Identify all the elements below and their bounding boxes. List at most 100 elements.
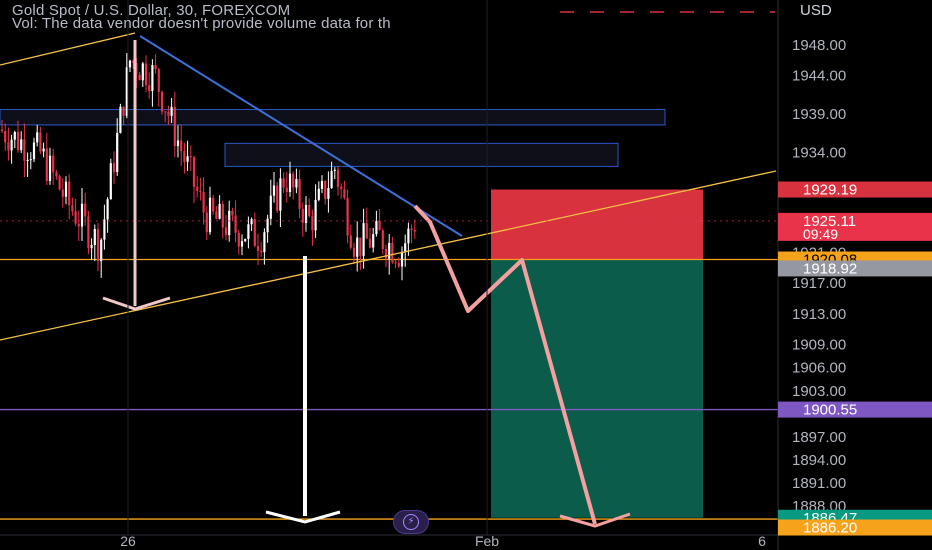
candle-body <box>183 151 186 162</box>
candle-body <box>388 242 391 259</box>
candle-body <box>368 238 372 248</box>
candle-body <box>311 216 314 231</box>
price-tick-5: 1917.00 <box>792 275 846 292</box>
candle-body <box>372 234 375 248</box>
candle-body <box>173 106 176 147</box>
candle-body <box>295 178 298 188</box>
candle-body <box>64 181 68 197</box>
candle-body <box>138 74 141 81</box>
candle-body <box>308 204 311 217</box>
candle-body <box>397 262 400 267</box>
candle-body <box>176 140 180 147</box>
candle-body <box>384 249 388 259</box>
candle-body <box>16 131 20 151</box>
price-tag-4: 1900.55 <box>803 402 857 419</box>
candle-body <box>221 203 224 228</box>
candle-body <box>154 64 157 70</box>
supply-zone-lower <box>224 142 619 167</box>
candle-body <box>199 190 202 193</box>
candle-body <box>36 132 39 143</box>
candle-body <box>55 172 58 177</box>
candle-body <box>58 176 61 190</box>
price-tick-3: 1934.00 <box>792 145 846 162</box>
candle-body <box>413 230 416 232</box>
candle-body <box>279 178 282 211</box>
candle-body <box>292 173 295 188</box>
candle-body <box>151 64 154 92</box>
candle-body <box>263 232 266 253</box>
price-tick-0: 1948.00 <box>792 37 846 54</box>
candle-body <box>333 169 336 171</box>
candle-body <box>164 111 167 113</box>
supply-zone-upper <box>0 109 666 126</box>
candle-body <box>247 224 250 240</box>
price-tick-2: 1939.00 <box>792 106 846 123</box>
candle-body <box>119 106 122 133</box>
price-tag-6: 1886.20 <box>803 520 857 537</box>
candle-body <box>109 163 112 200</box>
price-tag-countdown-1: 09:49 <box>803 226 838 242</box>
candle-body <box>87 216 90 249</box>
price-tag-3: 1918.92 <box>803 260 857 277</box>
candle-body <box>77 223 80 227</box>
candle-body <box>356 237 359 257</box>
candle-body <box>71 205 74 212</box>
candle-body <box>23 139 26 161</box>
stop-loss-zone <box>491 189 703 260</box>
candle-body <box>359 237 362 256</box>
alert-bolt-button[interactable]: ⚡ <box>393 510 429 534</box>
candle-body <box>52 155 55 173</box>
candle-body <box>68 181 71 206</box>
candle-body <box>167 111 170 116</box>
currency-label[interactable]: USD <box>800 2 832 19</box>
candle-body <box>407 228 410 244</box>
candle-body <box>116 132 119 172</box>
candle-body <box>276 185 279 211</box>
candle-body <box>170 106 173 116</box>
candle-body <box>103 219 106 240</box>
candle-body <box>378 220 381 231</box>
time-tick-1: Feb <box>475 533 499 549</box>
candle-body <box>212 197 215 212</box>
candle-body <box>410 228 413 231</box>
price-chart[interactable]: 1948.001944.001939.001934.001921.001917.… <box>0 0 932 550</box>
candle-body <box>80 203 84 227</box>
candle-body <box>237 232 240 247</box>
price-tag-0: 1929.19 <box>803 182 857 199</box>
candle-body <box>352 247 356 257</box>
candle-body <box>391 242 394 263</box>
candle-body <box>106 199 109 220</box>
candle-body <box>42 148 45 152</box>
price-tick-12: 1891.00 <box>792 475 846 492</box>
price-tick-6: 1913.00 <box>792 306 846 323</box>
candle-body <box>186 156 189 162</box>
take-profit-zone <box>491 259 703 518</box>
volume-note: Vol: The data vendor doesn't provide vol… <box>12 15 391 32</box>
candle-body <box>362 223 365 256</box>
candle-body <box>314 199 317 231</box>
candle-body <box>61 189 64 197</box>
candle-body <box>288 173 292 193</box>
candle-body <box>45 148 48 181</box>
price-tick-10: 1897.00 <box>792 429 846 446</box>
candle-body <box>100 239 103 262</box>
candle-body <box>128 60 132 68</box>
candle-body <box>192 157 196 187</box>
candle-body <box>205 212 208 233</box>
candle-body <box>343 189 346 198</box>
candle-body <box>346 197 349 236</box>
candle-body <box>13 131 16 140</box>
candle-body <box>298 178 301 209</box>
candle-body <box>93 228 96 245</box>
price-tick-9: 1903.00 <box>792 383 846 400</box>
candle-body <box>320 180 324 189</box>
candle-body <box>266 218 269 233</box>
candle-body <box>202 192 205 213</box>
candle-body <box>224 227 228 236</box>
candle-body <box>215 211 218 219</box>
candle-body <box>228 210 231 236</box>
candle-body <box>74 211 77 224</box>
candle-body <box>96 228 100 262</box>
candle-body <box>32 142 36 160</box>
candle-body <box>330 170 333 189</box>
